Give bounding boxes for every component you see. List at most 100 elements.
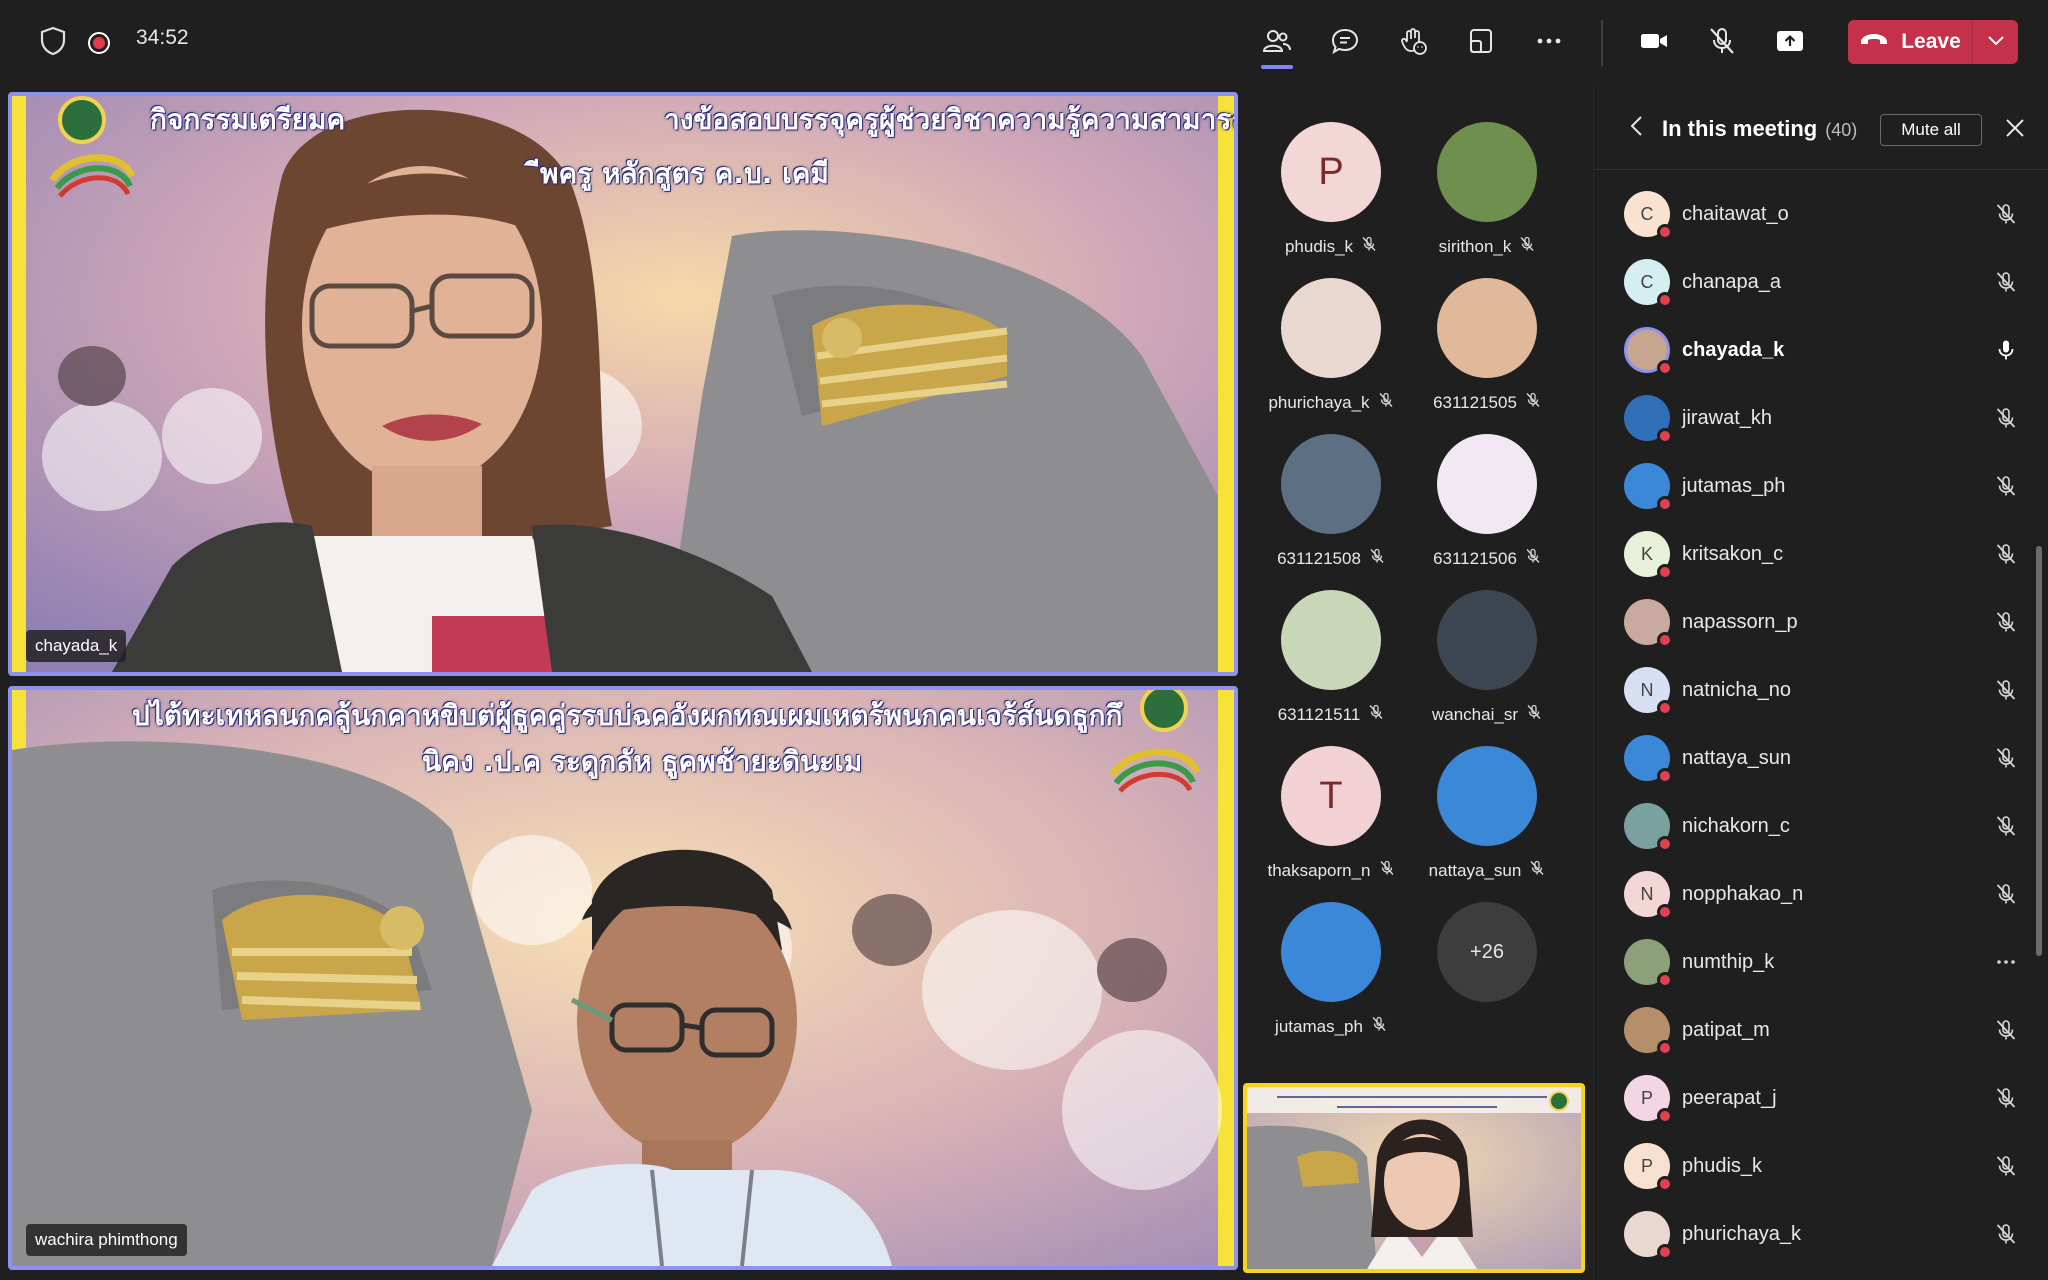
avatar bbox=[1624, 939, 1673, 988]
status-dot bbox=[1657, 700, 1673, 716]
participant-row[interactable]: jutamas_ph bbox=[1594, 452, 2034, 520]
avatar bbox=[1624, 1007, 1673, 1056]
status-dot bbox=[1657, 496, 1673, 512]
leave-options-button[interactable] bbox=[1973, 20, 2018, 64]
view-button[interactable] bbox=[1455, 17, 1507, 69]
video-tile-chayada[interactable]: กิจกรรมเตรียมค างข้อสอบบรรจุครูผู้ช่วยวิ… bbox=[8, 92, 1238, 676]
leave-button[interactable]: Leave bbox=[1848, 20, 1972, 64]
people-button[interactable] bbox=[1251, 17, 1303, 69]
avatar bbox=[1281, 902, 1381, 1002]
mic-off-icon bbox=[1526, 704, 1542, 725]
participant-name: 631121508 bbox=[1277, 548, 1361, 568]
meeting-toolbar: 34:52 Leave bbox=[0, 0, 2048, 86]
participant-name: nichakorn_c bbox=[1682, 814, 1790, 837]
shield-icon[interactable] bbox=[38, 24, 68, 58]
more-options-button[interactable] bbox=[1523, 17, 1575, 69]
share-button[interactable] bbox=[1764, 17, 1816, 69]
avatar: P bbox=[1624, 1075, 1673, 1124]
recording-icon bbox=[86, 30, 112, 56]
participant-name: 631121511 bbox=[1277, 704, 1361, 724]
back-button[interactable] bbox=[1624, 115, 1648, 142]
participants-panel: In this meeting (40) Mute all Cchaitawat_… bbox=[1593, 86, 2048, 1280]
video-tile-wachira[interactable]: ปไต้ทะเทหลนกคลู้นกคาหขิบต่ผู้ธูคคู่รรบบ่… bbox=[8, 686, 1238, 1270]
gallery-tile[interactable]: wanchai_sr bbox=[1402, 590, 1572, 746]
participant-name: chayada_k bbox=[1682, 338, 1785, 361]
status-dot bbox=[1657, 360, 1673, 376]
participant-row[interactable]: Ppeerapat_j bbox=[1594, 1064, 2034, 1132]
more-options-icon[interactable] bbox=[1994, 950, 2018, 974]
chat-button[interactable] bbox=[1319, 17, 1371, 69]
participant-name: sirithon_k bbox=[1438, 236, 1512, 256]
participant-row[interactable]: nattaya_sun bbox=[1594, 724, 2034, 792]
self-view-tile[interactable] bbox=[1243, 1083, 1585, 1273]
close-button[interactable] bbox=[2003, 118, 2027, 142]
reactions-button[interactable] bbox=[1387, 17, 1439, 69]
participant-name: jutamas_ph bbox=[1682, 474, 1786, 497]
mic-button[interactable] bbox=[1696, 17, 1748, 69]
participant-name: thaksaporn_n bbox=[1267, 860, 1371, 880]
participant-row[interactable]: jirawat_kh bbox=[1594, 384, 2034, 452]
gallery-tile[interactable]: jutamas_ph bbox=[1246, 902, 1416, 1058]
gallery-tile[interactable]: phurichaya_k bbox=[1246, 278, 1416, 434]
participant-row[interactable]: Cchaitawat_o bbox=[1594, 180, 2034, 248]
mic-off-icon bbox=[1994, 406, 2018, 430]
camera-button[interactable] bbox=[1628, 17, 1680, 69]
gallery-tile[interactable]: 631121511 bbox=[1246, 590, 1416, 746]
status-dot bbox=[1657, 768, 1673, 784]
participant-name: jirawat_kh bbox=[1682, 406, 1773, 429]
leave-control: Leave bbox=[1848, 20, 2018, 64]
chat-icon bbox=[1330, 26, 1360, 61]
panel-title: In this meeting (40) bbox=[1662, 116, 1857, 142]
gallery-tile[interactable]: 631121508 bbox=[1246, 434, 1416, 590]
participant-row[interactable]: napassorn_p bbox=[1594, 588, 2034, 656]
mute-all-button[interactable]: Mute all bbox=[1880, 114, 1982, 146]
mic-off-icon bbox=[1525, 392, 1541, 413]
mic-off-icon bbox=[1707, 26, 1737, 61]
avatar: C bbox=[1624, 259, 1673, 308]
panel-title-text: In this meeting bbox=[1662, 116, 1818, 141]
participant-name: patipat_m bbox=[1682, 1018, 1770, 1041]
gallery-tile[interactable]: 631121506 bbox=[1402, 434, 1572, 590]
participant-name: peerapat_j bbox=[1682, 1086, 1777, 1109]
gallery-tile[interactable]: sirithon_k bbox=[1402, 122, 1572, 278]
participant-row[interactable]: Cchanapa_a bbox=[1594, 248, 2034, 316]
participant-row[interactable]: phurichaya_k bbox=[1594, 1200, 2034, 1268]
participant-name: natnicha_no bbox=[1682, 678, 1791, 701]
mic-off-icon bbox=[1994, 882, 2018, 906]
participant-row[interactable]: patipat_m bbox=[1594, 996, 2034, 1064]
slide-title-line1: ปไต้ทะเทหลนกคลู้นกคาหขิบต่ผู้ธูคคู่รรบบ่… bbox=[132, 699, 1123, 732]
participant-name: phudis_k bbox=[1682, 1154, 1763, 1177]
status-dot bbox=[1657, 292, 1673, 308]
participant-name-tag: chayada_k bbox=[26, 630, 127, 662]
avatar: N bbox=[1624, 871, 1673, 920]
participant-name: napassorn_p bbox=[1682, 610, 1798, 633]
gallery-tile[interactable]: P phudis_k bbox=[1246, 122, 1416, 278]
participant-row[interactable]: Nnopphakao_n bbox=[1594, 860, 2034, 928]
gallery-tile[interactable]: nattaya_sun bbox=[1402, 746, 1572, 902]
mic-off-icon bbox=[1994, 1086, 2018, 1110]
participant-row[interactable]: nichakorn_c bbox=[1594, 792, 2034, 860]
chevron-left-icon bbox=[1629, 115, 1643, 142]
participant-name: phudis_k bbox=[1284, 236, 1354, 256]
mic-off-icon bbox=[1994, 746, 2018, 770]
participant-row[interactable]: chayada_k bbox=[1594, 316, 2034, 384]
participant-row[interactable]: numthip_k bbox=[1594, 928, 2034, 996]
video-feed bbox=[1247, 1087, 1581, 1269]
participant-row[interactable]: Kkritsakon_c bbox=[1594, 520, 2034, 588]
status-dot bbox=[1657, 972, 1673, 988]
participant-row[interactable]: Pphudis_k bbox=[1594, 1132, 2034, 1200]
more-participants-tile[interactable]: +26 bbox=[1402, 902, 1572, 1058]
participant-row[interactable]: Nnatnicha_no bbox=[1594, 656, 2034, 724]
gallery-tile[interactable]: T thaksaporn_n bbox=[1246, 746, 1416, 902]
meeting-timer: 34:52 bbox=[136, 26, 189, 49]
participant-name-tag: wachira phimthong bbox=[26, 1224, 187, 1256]
panel-scrollbar[interactable] bbox=[2036, 546, 2042, 956]
avatar bbox=[1624, 327, 1673, 376]
status-dot bbox=[1657, 836, 1673, 852]
avatar bbox=[1437, 434, 1537, 534]
gallery-tile[interactable]: 631121505 bbox=[1402, 278, 1572, 434]
avatar bbox=[1281, 434, 1381, 534]
participant-name: jutamas_ph bbox=[1275, 1016, 1363, 1036]
mic-off-icon bbox=[1525, 548, 1541, 569]
status-dot bbox=[1657, 564, 1673, 580]
